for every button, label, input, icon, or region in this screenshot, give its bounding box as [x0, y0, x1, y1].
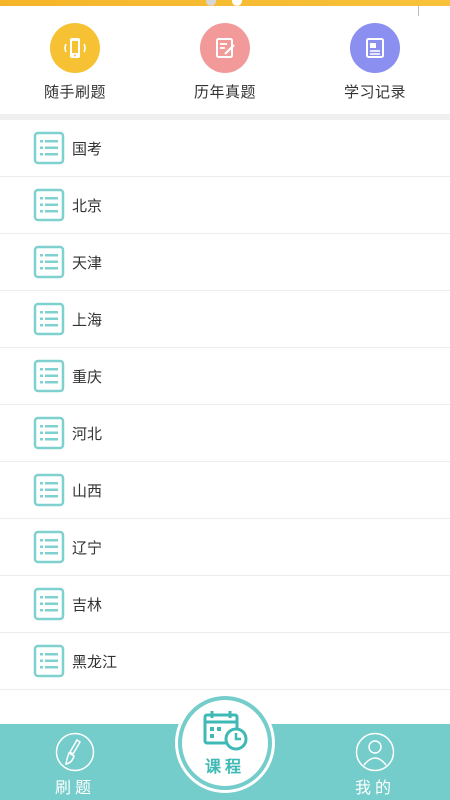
- tab-profile[interactable]: 我的: [340, 724, 410, 800]
- tab-course-label: 课程: [204, 757, 245, 776]
- user-icon: [355, 732, 395, 772]
- quick-action-random-practice[interactable]: 随手刷题: [15, 10, 135, 102]
- quick-action-study-record[interactable]: 学习记录: [315, 10, 435, 102]
- list-item[interactable]: 黑龙江: [0, 633, 450, 690]
- list-icon: [33, 530, 65, 564]
- list-item-label: 山西: [72, 481, 103, 500]
- quick-action-label: 随手刷题: [43, 83, 106, 101]
- list-item-label: 黑龙江: [72, 652, 118, 671]
- list-item[interactable]: 辽宁: [0, 519, 450, 576]
- list-item[interactable]: 吉林: [0, 576, 450, 633]
- slider-dot-icon: [206, 0, 216, 6]
- brush-icon: [55, 732, 95, 772]
- phone-icon: [50, 23, 100, 73]
- record-icon: [350, 23, 400, 73]
- list-item-label: 重庆: [72, 367, 103, 386]
- quick-actions: 随手刷题 历年真题 学习记录: [0, 10, 450, 114]
- tab-profile-label: 我的: [354, 778, 395, 797]
- exam-paper-icon: [200, 23, 250, 73]
- list-item-label: 北京: [72, 196, 103, 215]
- list-item[interactable]: 河北: [0, 405, 450, 462]
- list-item-label: 国考: [72, 139, 103, 158]
- list-item-label: 上海: [72, 310, 103, 329]
- calendar-clock-icon: [203, 711, 248, 751]
- list-icon: [33, 245, 65, 279]
- list-icon: [33, 416, 65, 450]
- quick-action-label: 历年真题: [193, 83, 256, 101]
- list-item-label: 河北: [72, 424, 103, 443]
- tab-practice-label: 刷题: [54, 778, 95, 797]
- list-icon: [33, 473, 65, 507]
- list-item[interactable]: 国考: [0, 120, 450, 177]
- region-list: 国考 北京 天津 上海 重庆 河北 山西 辽宁 吉林 黑龙江: [0, 120, 450, 690]
- quick-action-label: 学习记录: [343, 83, 406, 101]
- top-progress-bar: [0, 0, 450, 16]
- slider-dot-icon: [232, 0, 242, 6]
- list-icon: [33, 302, 65, 336]
- list-icon: [33, 359, 65, 393]
- list-item[interactable]: 重庆: [0, 348, 450, 405]
- list-icon: [33, 587, 65, 621]
- list-item[interactable]: 北京: [0, 177, 450, 234]
- list-item-label: 辽宁: [72, 538, 103, 557]
- tab-course-inner: 课程: [182, 700, 268, 786]
- tab-practice[interactable]: 刷题: [40, 724, 110, 800]
- list-item[interactable]: 天津: [0, 234, 450, 291]
- list-icon: [33, 188, 65, 222]
- list-item-label: 吉林: [72, 595, 103, 614]
- list-icon: [33, 131, 65, 165]
- list-item[interactable]: 山西: [0, 462, 450, 519]
- list-item[interactable]: 上海: [0, 291, 450, 348]
- quick-action-past-exams[interactable]: 历年真题: [165, 10, 285, 102]
- tab-course[interactable]: 课程: [175, 693, 275, 793]
- list-item-label: 天津: [72, 253, 103, 272]
- list-icon: [33, 644, 65, 678]
